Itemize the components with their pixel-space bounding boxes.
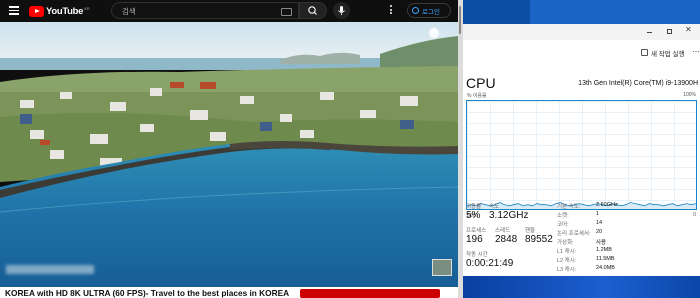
run-new-task-button[interactable]: 새 작업 실행 — [651, 48, 685, 58]
more-options-icon[interactable] — [390, 5, 393, 16]
microphone-icon — [338, 6, 345, 15]
base-speed-label: 기본 속도: — [557, 204, 581, 210]
subscribe-button[interactable] — [300, 289, 440, 298]
processes-label: 프로세스 — [466, 228, 487, 234]
logo-text: YouTube — [46, 5, 84, 17]
l3-cache-value: 24.0MB — [596, 265, 615, 271]
run-task-icon — [641, 49, 648, 56]
handles-value: 89552 — [525, 234, 553, 245]
base-speed-value: 2.60GHz — [596, 202, 618, 208]
search-button[interactable] — [299, 2, 327, 19]
processes-value: 196 — [466, 234, 483, 245]
video-title: KOREA with HD 8K ULTRA (60 FPS)- Travel … — [5, 288, 290, 298]
youtube-header: YouTube KR 검색 로그인 — [0, 0, 458, 22]
virtualization-value: 사용 — [596, 240, 607, 246]
voice-search-button[interactable] — [333, 2, 350, 19]
search-input[interactable]: 검색 — [111, 2, 299, 19]
l2-cache-value: 11.5MB — [596, 256, 615, 262]
cpu-graph-plot — [467, 202, 696, 209]
login-button[interactable]: 로그인 — [407, 3, 451, 18]
page-title: CPU — [466, 75, 496, 91]
speed-value: 3.12GHz — [489, 210, 529, 221]
l3-cache-label: L3 캐시: — [557, 267, 577, 273]
watermark-text — [6, 265, 94, 274]
graph-zero-label: 0 — [693, 212, 696, 218]
sockets-label: 소켓: — [557, 213, 569, 219]
video-settings-icon[interactable] — [429, 28, 439, 38]
l1-cache-value: 1.2MB — [596, 247, 612, 253]
utilization-axis-label: % 이용률 — [467, 93, 487, 99]
logical-processors-value: 20 — [596, 229, 603, 235]
handles-label: 핸들 — [525, 228, 536, 234]
speed-label: 속도 — [489, 204, 500, 210]
minimize-icon[interactable] — [647, 29, 652, 33]
virtualization-label: 가상화: — [557, 240, 574, 246]
maximize-icon[interactable] — [667, 29, 672, 34]
menu-icon[interactable] — [9, 6, 19, 15]
search-icon — [308, 6, 317, 15]
sockets-value: 1 — [596, 211, 600, 217]
window-titlebar: ✕ — [463, 24, 700, 40]
close-icon[interactable]: ✕ — [685, 25, 692, 34]
utilization-value: 5% — [466, 210, 481, 221]
video-title-area: KOREA with HD 8K ULTRA (60 FPS)- Travel … — [0, 287, 458, 298]
threads-label: 스레드 — [495, 228, 511, 234]
l1-cache-label: L1 캐시: — [557, 249, 577, 255]
l2-cache-label: L2 캐시: — [557, 258, 577, 264]
search-placeholder: 검색 — [122, 7, 136, 16]
login-label: 로그인 — [422, 8, 440, 16]
more-options-icon[interactable]: ⋯ — [692, 47, 700, 56]
user-icon — [412, 7, 419, 14]
logo-country: KR — [84, 5, 90, 11]
task-manager-toolbar: 새 작업 실행 ⋯ — [463, 46, 700, 62]
scrollbar[interactable] — [459, 6, 461, 34]
threads-value: 2848 — [495, 234, 518, 245]
uptime-label: 작동 시간 — [466, 252, 488, 258]
utilization-label: 이용률 — [466, 204, 482, 210]
video-player[interactable] — [0, 22, 458, 287]
youtube-window: YouTube KR 검색 로그인 KOREA with HD 8K ULTRA… — [0, 0, 458, 298]
cores-label: 코어: — [557, 222, 569, 228]
cpu-utilization-graph — [466, 100, 697, 210]
cores-value: 14 — [596, 220, 603, 226]
uptime-value: 0:00:21:49 — [466, 258, 514, 269]
youtube-play-icon — [29, 5, 44, 17]
keyboard-icon[interactable] — [281, 8, 292, 16]
video-frame — [0, 22, 458, 287]
channel-thumbnail-icon[interactable] — [432, 259, 452, 276]
logical-processors-label: 논리 프로세서: — [557, 231, 591, 237]
desktop-background-bottom — [463, 276, 700, 298]
youtube-logo[interactable]: YouTube KR — [29, 4, 90, 18]
cpu-model: 13th Gen Intel(R) Core(TM) i9-13900H — [578, 80, 698, 87]
utilization-max-label: 100% — [683, 92, 696, 98]
task-manager-window: ✕ 새 작업 실행 ⋯ CPU 13th Gen Intel(R) Core(T… — [463, 24, 700, 276]
